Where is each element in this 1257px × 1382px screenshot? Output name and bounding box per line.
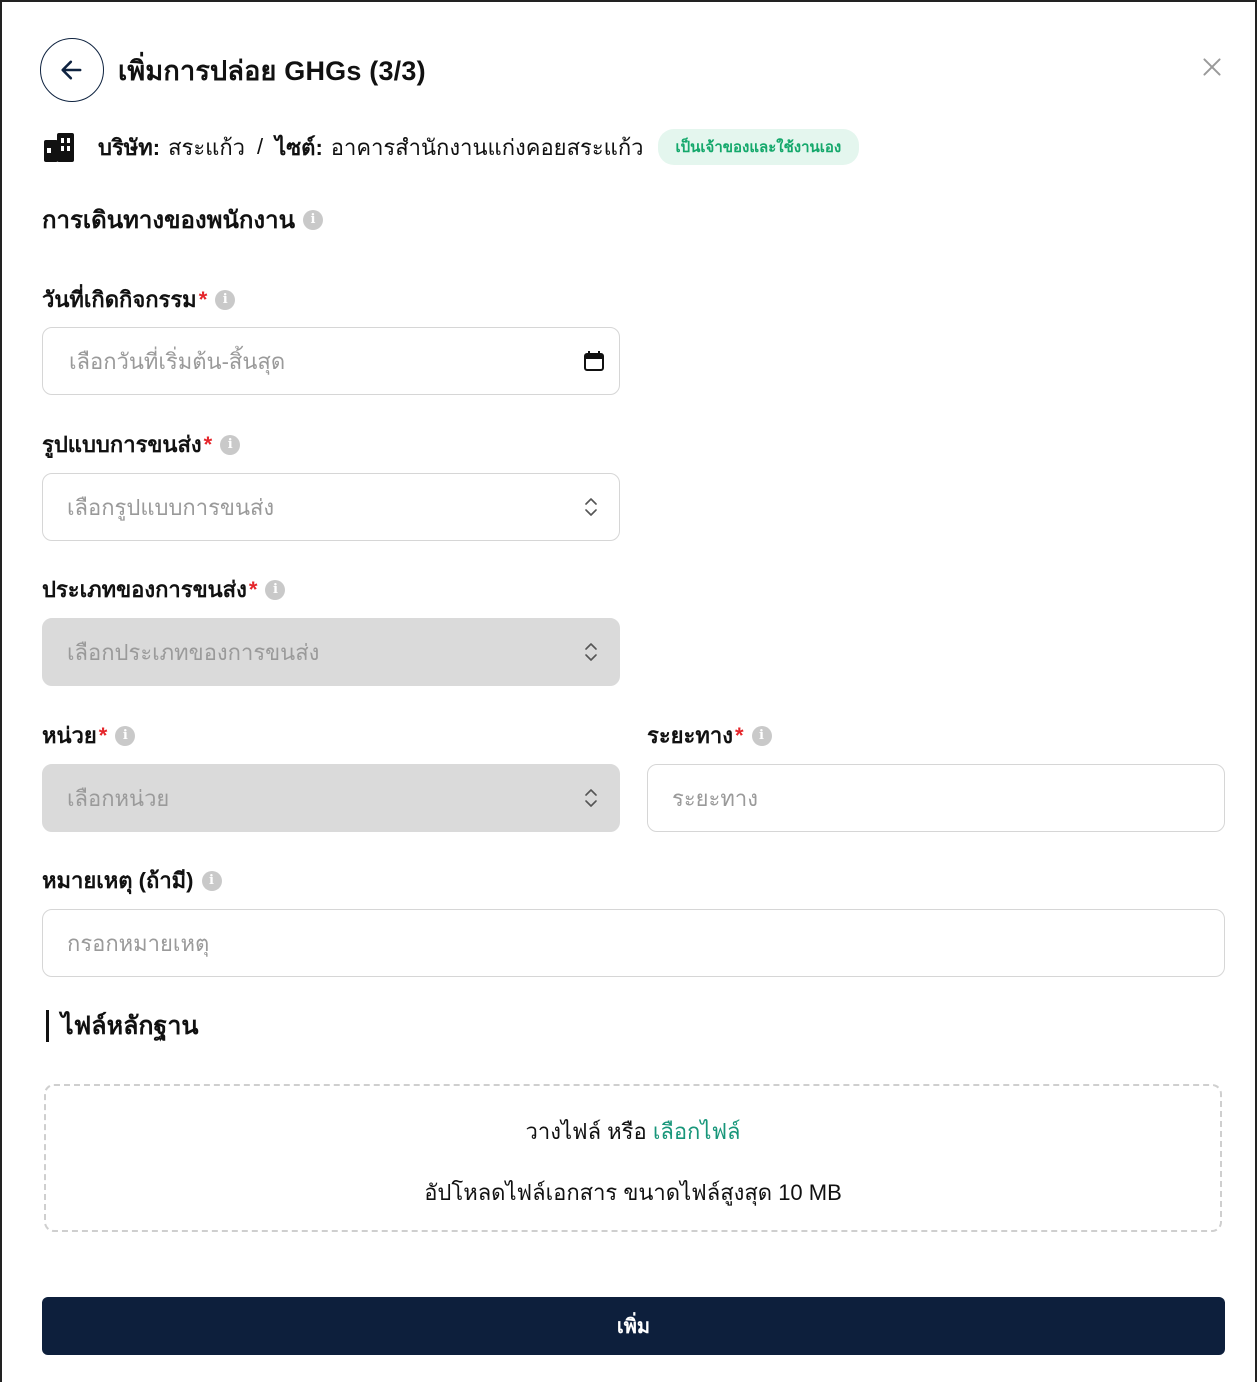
- section-divider: [46, 1010, 49, 1042]
- required-mark: *: [98, 722, 108, 748]
- transport-type-label-text: ประเภทของการขนส่ง: [42, 577, 247, 602]
- activity-date-placeholder: เลือกวันที่เริ่มต้น-สิ้นสุด: [69, 348, 286, 374]
- evidence-title-text: ไฟล์หลักฐาน: [61, 1012, 199, 1040]
- chevron-updown-icon: [585, 643, 597, 661]
- dropzone-text: วางไฟล์ หรือ: [525, 1119, 647, 1144]
- add-button[interactable]: เพิ่ม: [42, 1297, 1225, 1355]
- note-label-text: หมายเหตุ (ถ้ามี): [42, 868, 194, 893]
- activity-date-label-text: วันที่เกิดกิจกรรม: [42, 287, 197, 312]
- modal: เพิ่มการปล่อย GHGs (3/3) บริษัท: สระแก้ว…: [0, 0, 1257, 1382]
- activity-date-label: วันที่เกิดกิจกรรม * i: [42, 282, 236, 317]
- evidence-section-title: ไฟล์หลักฐาน: [46, 1006, 198, 1046]
- site-value: อาคารสำนักงานแก่งคอยสระแก้ว: [330, 134, 644, 160]
- unit-select[interactable]: เลือกหน่วย: [42, 764, 620, 832]
- building-icon: [44, 133, 74, 162]
- chevron-updown-icon: [585, 789, 597, 807]
- transport-mode-select[interactable]: เลือกรูปแบบการขนส่ง: [42, 473, 620, 541]
- dropzone-prompt: วางไฟล์ หรือ เลือกไฟล์: [46, 1114, 1220, 1149]
- distance-label: ระยะทาง * i: [647, 718, 772, 753]
- close-icon[interactable]: [1199, 54, 1225, 80]
- section-title-text: การเดินทางของพนักงาน: [42, 207, 296, 234]
- section-title: การเดินทางของพนักงาน i: [42, 200, 324, 239]
- modal-header: เพิ่มการปล่อย GHGs (3/3): [40, 38, 426, 102]
- site-label: ไซต์:: [275, 134, 323, 160]
- transport-type-label: ประเภทของการขนส่ง * i: [42, 572, 286, 607]
- ownership-badge: เป็นเจ้าของและใช้งานเอง: [657, 129, 860, 165]
- info-icon[interactable]: i: [220, 434, 241, 455]
- required-mark: *: [203, 431, 213, 457]
- unit-label-text: หน่วย: [42, 723, 97, 748]
- transport-mode-label-text: รูปแบบการขนส่ง: [42, 432, 202, 457]
- info-icon[interactable]: i: [215, 289, 236, 310]
- transport-mode-placeholder: เลือกรูปแบบการขนส่ง: [67, 494, 275, 520]
- info-icon[interactable]: i: [115, 725, 136, 746]
- distance-input[interactable]: ระยะทาง: [647, 764, 1225, 832]
- info-icon[interactable]: i: [265, 579, 286, 600]
- choose-file-link[interactable]: เลือกไฟล์: [653, 1119, 741, 1144]
- note-placeholder: กรอกหมายเหตุ: [67, 930, 210, 956]
- info-icon[interactable]: i: [751, 725, 772, 746]
- info-icon[interactable]: i: [201, 870, 222, 891]
- back-button[interactable]: [40, 38, 104, 102]
- note-label: หมายเหตุ (ถ้ามี) i: [42, 863, 222, 898]
- page-title: เพิ่มการปล่อย GHGs (3/3): [118, 55, 426, 86]
- file-dropzone[interactable]: วางไฟล์ หรือ เลือกไฟล์ อัปโหลดไฟล์เอกสาร…: [44, 1084, 1222, 1232]
- activity-date-input[interactable]: เลือกวันที่เริ่มต้น-สิ้นสุด: [42, 327, 620, 395]
- required-mark: *: [198, 286, 208, 312]
- calendar-icon[interactable]: [583, 350, 605, 372]
- info-icon[interactable]: i: [303, 209, 324, 230]
- transport-type-placeholder: เลือกประเภทของการขนส่ง: [67, 639, 320, 665]
- company-site-info: บริษัท: สระแก้ว / ไซต์: อาคารสำนักงานแก่…: [42, 129, 860, 165]
- transport-mode-label: รูปแบบการขนส่ง * i: [42, 427, 241, 462]
- chevron-updown-icon: [585, 498, 597, 516]
- distance-placeholder: ระยะทาง: [672, 785, 758, 811]
- unit-label: หน่วย * i: [42, 718, 136, 753]
- company-value: สระแก้ว: [168, 134, 246, 160]
- arrow-left-icon: [61, 60, 82, 80]
- required-mark: *: [248, 576, 258, 602]
- breadcrumb-separator: /: [257, 134, 264, 159]
- unit-placeholder: เลือกหน่วย: [67, 785, 170, 811]
- dropzone-hint: อัปโหลดไฟล์เอกสาร ขนาดไฟล์สูงสุด 10 MB: [424, 1180, 842, 1205]
- transport-type-select[interactable]: เลือกประเภทของการขนส่ง: [42, 618, 620, 686]
- distance-label-text: ระยะทาง: [647, 723, 733, 748]
- note-input[interactable]: กรอกหมายเหตุ: [42, 909, 1225, 977]
- required-mark: *: [734, 722, 744, 748]
- company-label: บริษัท:: [98, 134, 161, 160]
